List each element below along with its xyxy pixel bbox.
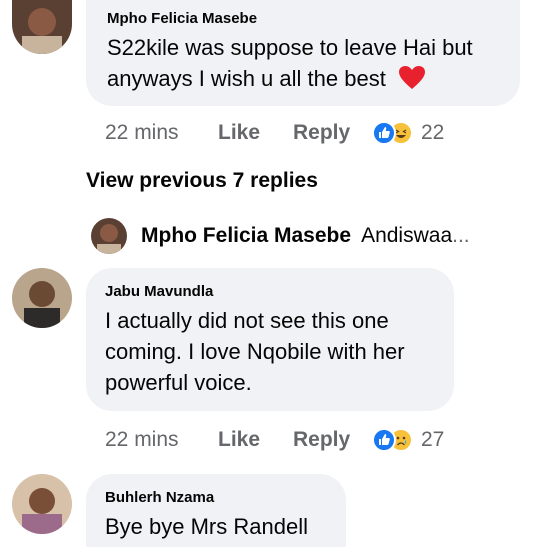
comment-line: coming. I love Nqobile with her <box>105 339 405 364</box>
reply-preview-text: Andiswaa <box>361 224 453 247</box>
like-icon <box>372 121 396 145</box>
reaction-count: 27 <box>421 428 445 451</box>
comment-line: I actually did not see this one <box>105 308 389 333</box>
comment-line: S22kile was suppose to leave Hai but <box>107 35 473 60</box>
reactions-summary[interactable]: 22 <box>372 121 444 145</box>
comment-bubble: Mpho Felicia Masebe S22kile was suppose … <box>86 0 520 106</box>
reply-preview-author[interactable]: Mpho Felicia Masebe <box>141 224 351 248</box>
avatar <box>91 218 127 254</box>
red-heart-icon <box>398 66 425 89</box>
reactions-summary[interactable]: 27 <box>372 428 444 452</box>
comment-line: Bye bye Mrs Randell <box>105 514 308 539</box>
comment-text: I actually did not see this one coming. … <box>105 305 432 398</box>
comment-line: powerful voice. <box>105 370 252 395</box>
comment-actions: 22 mins Like Reply 27 <box>105 425 444 455</box>
like-button[interactable]: Like <box>218 428 293 452</box>
reaction-count: 22 <box>421 121 445 144</box>
comment-text: S22kile was suppose to leave Hai but any… <box>107 32 498 94</box>
comment-actions: 22 mins Like Reply 22 <box>105 118 444 148</box>
comment-author[interactable]: Buhlerh Nzama <box>105 489 326 507</box>
reply-button[interactable]: Reply <box>293 428 372 452</box>
comment-text: Bye bye Mrs Randell <box>105 511 326 542</box>
comment-bubble: Jabu Mavundla I actually did not see thi… <box>86 268 454 411</box>
reply-preview-ellipsis: ... <box>452 224 470 247</box>
like-icon <box>372 428 396 452</box>
reply-button[interactable]: Reply <box>293 121 372 145</box>
comment-bubble: Buhlerh Nzama Bye bye Mrs Randell <box>86 474 346 547</box>
like-button[interactable]: Like <box>218 121 293 145</box>
avatar[interactable] <box>12 268 72 328</box>
comment-time[interactable]: 22 mins <box>105 428 218 452</box>
comment-author[interactable]: Mpho Felicia Masebe <box>107 10 498 28</box>
reply-preview[interactable]: Mpho Felicia Masebe Andiswaa... <box>91 218 470 254</box>
avatar[interactable] <box>12 0 72 54</box>
view-previous-replies-link[interactable]: View previous 7 replies <box>86 167 318 195</box>
avatar[interactable] <box>12 474 72 534</box>
comment-time[interactable]: 22 mins <box>105 121 218 145</box>
comment-author[interactable]: Jabu Mavundla <box>105 283 432 301</box>
comment-line: anyways I wish u all the best <box>107 66 386 91</box>
